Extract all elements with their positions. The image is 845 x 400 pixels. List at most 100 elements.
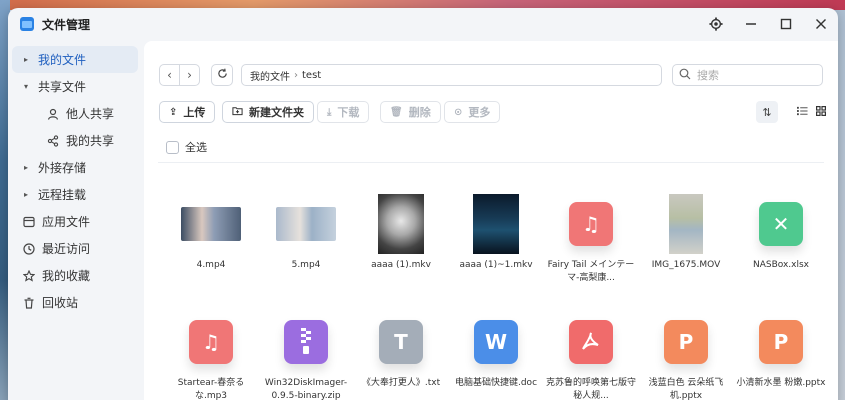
title-bar: 文件管理 <box>8 8 838 40</box>
maximize-icon[interactable] <box>768 8 803 40</box>
app-folder-icon <box>20 17 34 31</box>
file-name: 5.mp4 <box>291 260 321 270</box>
trash-icon <box>20 297 38 309</box>
file-item[interactable]: ♫ Fairy Tail メインテーマ-高梨康... <box>546 191 636 285</box>
sidebar-item-recycle-bin[interactable]: 回收站 <box>12 289 138 316</box>
star-icon <box>20 269 38 282</box>
chevron-right-icon: › <box>187 68 192 82</box>
more-icon: ⊙ <box>454 106 463 118</box>
file-item[interactable]: aaaa (1).mkv <box>356 191 446 272</box>
file-name: Win32DiskImager-0.9.5-binary.zip <box>264 378 348 400</box>
sidebar-item-shared-files[interactable]: ▾ 共享文件 <box>12 73 138 100</box>
breadcrumb-root[interactable]: 我的文件 <box>250 68 290 83</box>
sidebar-item-label: 最近访问 <box>42 242 91 256</box>
file-name: IMG_1675.MOV <box>651 260 721 270</box>
video-thumbnail <box>276 207 336 241</box>
sidebar-item-my-files[interactable]: ▸ 我的文件 <box>12 46 138 73</box>
file-item[interactable]: ♫ Startear-春奈るな.mp3 <box>166 309 256 400</box>
file-item[interactable]: P 浅蓝白色 云朵纸飞机.pptx <box>641 309 731 400</box>
file-name: 电脑基础快捷键.doc <box>454 378 538 388</box>
file-name: 浅蓝白色 云朵纸飞机.pptx <box>648 378 724 400</box>
sidebar-item-shared-with-me[interactable]: 他人共享 <box>12 100 138 127</box>
folder-plus-icon <box>232 106 243 119</box>
grid-view-button[interactable] <box>810 101 832 123</box>
new-folder-label: 新建文件夹 <box>249 106 304 119</box>
file-name: 小清新水墨 粉嫩.pptx <box>736 378 826 388</box>
search-icon <box>679 68 691 83</box>
upload-label: 上传 <box>183 106 206 119</box>
file-name: 《大奉打更人》.txt <box>361 378 441 388</box>
back-button[interactable]: ‹ <box>159 64 180 86</box>
zip-file-icon <box>284 320 328 364</box>
file-name: 4.mp4 <box>196 260 226 270</box>
text-file-icon: T <box>379 320 423 364</box>
minimize-icon[interactable] <box>733 8 768 40</box>
sidebar-item-label: 应用文件 <box>42 215 91 229</box>
file-manager-window: 文件管理 ▸ 我的文件 ▾ 共享文件 他人共享 我的共享 ▸ 外接存储 ▸ 远程… <box>8 8 838 400</box>
close-icon[interactable] <box>803 8 838 40</box>
file-item[interactable]: 5.mp4 <box>261 191 351 272</box>
file-item[interactable]: 克苏鲁的呼唤第七版守秘人规... <box>546 309 636 400</box>
clock-icon <box>20 242 38 255</box>
upload-button[interactable]: ⇪ 上传 <box>159 101 216 123</box>
file-item[interactable]: W 电脑基础快捷键.doc <box>451 309 541 390</box>
file-item[interactable]: aaaa (1)~1.mkv <box>451 191 541 272</box>
sidebar-item-label: 共享文件 <box>38 80 87 94</box>
excel-file-icon: ✕ <box>759 202 803 246</box>
sidebar-item-remote-mount[interactable]: ▸ 远程挂载 <box>12 181 138 208</box>
sort-button[interactable]: ⇅ <box>756 101 778 123</box>
sidebar-item-favorites[interactable]: 我的收藏 <box>12 262 138 289</box>
forward-button[interactable]: › <box>179 64 200 86</box>
sidebar-item-label: 他人共享 <box>66 107 115 121</box>
file-item[interactable]: T 《大奉打更人》.txt <box>356 309 446 390</box>
select-all[interactable]: 全选 <box>166 139 207 155</box>
sidebar-item-my-shares[interactable]: 我的共享 <box>12 127 138 154</box>
refresh-icon <box>217 68 228 82</box>
sidebar: ▸ 我的文件 ▾ 共享文件 他人共享 我的共享 ▸ 外接存储 ▸ 远程挂载 应用… <box>8 46 142 400</box>
trash-icon: 🗑 <box>390 106 403 118</box>
sidebar-item-label: 远程挂载 <box>38 188 87 202</box>
powerpoint-file-icon: P <box>759 320 803 364</box>
sidebar-item-label: 外接存储 <box>38 161 87 175</box>
main-panel: ‹ › 我的文件 › test ⇪ 上传 <box>144 41 838 400</box>
download-button[interactable]: ⤓ 下载 <box>317 101 370 123</box>
video-thumbnail <box>669 194 703 254</box>
delete-button[interactable]: 🗑 删除 <box>380 101 441 123</box>
video-thumbnail <box>181 207 241 241</box>
grid-icon <box>816 105 827 119</box>
more-button[interactable]: ⊙ 更多 <box>444 101 501 123</box>
sidebar-item-external-storage[interactable]: ▸ 外接存储 <box>12 154 138 181</box>
refresh-button[interactable] <box>211 64 233 86</box>
download-icon: ⤓ <box>327 106 332 118</box>
divider <box>158 162 824 163</box>
file-item[interactable]: P 小清新水墨 粉嫩.pptx <box>736 309 826 390</box>
file-item[interactable]: 4.mp4 <box>166 191 256 272</box>
sidebar-item-app-files[interactable]: 应用文件 <box>12 208 138 235</box>
window-controls <box>698 8 838 40</box>
caret-down-icon: ▾ <box>24 82 29 91</box>
select-all-checkbox[interactable] <box>166 140 179 154</box>
word-file-icon: W <box>474 320 518 364</box>
search-box[interactable] <box>672 64 823 86</box>
file-name: Startear-春奈るな.mp3 <box>177 378 245 400</box>
music-file-icon: ♫ <box>569 202 613 246</box>
more-label: 更多 <box>468 106 491 119</box>
file-item[interactable]: IMG_1675.MOV <box>641 191 731 272</box>
file-name: NASBox.xlsx <box>752 260 810 270</box>
file-item[interactable]: Win32DiskImager-0.9.5-binary.zip <box>261 309 351 400</box>
sort-icon: ⇅ <box>762 105 772 119</box>
app-icon <box>20 216 38 228</box>
app-title: 文件管理 <box>42 17 91 32</box>
caret-right-icon: ▸ <box>24 190 29 199</box>
file-name: aaaa (1).mkv <box>371 260 431 270</box>
file-item[interactable]: ✕ NASBox.xlsx <box>736 191 826 272</box>
breadcrumb-current[interactable]: test <box>302 70 321 81</box>
settings-icon[interactable] <box>698 8 733 40</box>
new-folder-button[interactable]: 新建文件夹 <box>222 101 314 123</box>
list-icon <box>796 106 808 119</box>
search-input[interactable] <box>697 68 807 82</box>
file-name: aaaa (1)~1.mkv <box>459 260 533 270</box>
breadcrumb: 我的文件 › test <box>241 64 662 86</box>
sidebar-item-label: 我的文件 <box>38 53 87 67</box>
sidebar-item-recent[interactable]: 最近访问 <box>12 235 138 262</box>
